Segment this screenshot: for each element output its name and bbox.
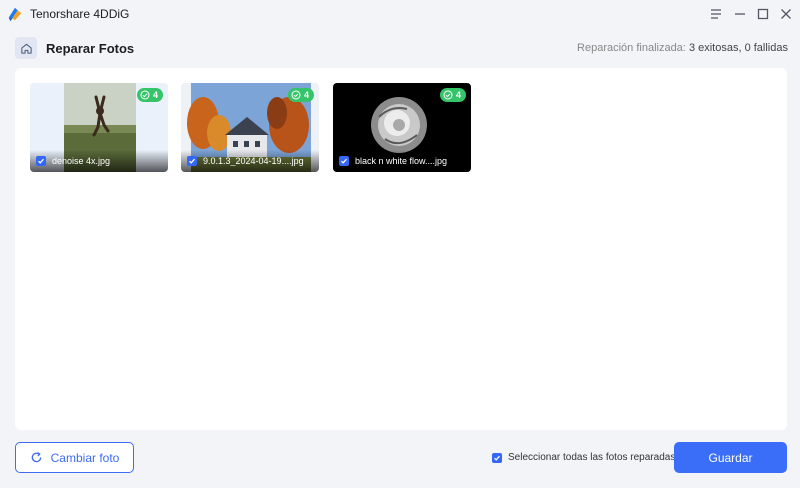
refresh-icon <box>31 452 41 463</box>
change-photo-button[interactable]: Cambiar foto <box>15 442 134 473</box>
save-button[interactable]: Guardar <box>674 442 787 473</box>
menu-button[interactable] <box>706 4 726 24</box>
photo-checkbox[interactable] <box>339 156 349 166</box>
maximize-button[interactable] <box>753 4 773 24</box>
app-logo-icon <box>8 7 22 22</box>
save-label: Guardar <box>708 450 753 465</box>
select-all-checkbox[interactable] <box>492 452 502 463</box>
home-icon <box>20 43 32 54</box>
close-button[interactable] <box>776 4 796 24</box>
repair-count-badge: 4 <box>136 88 163 102</box>
home-button[interactable] <box>15 37 37 59</box>
photo-name: denoise 4x.jpg <box>52 156 111 166</box>
photo-name: 9.0.1.3_2024-04-19....jpg <box>203 156 304 166</box>
repair-status: Reparación finalizada: 3 exitosas, 0 fal… <box>577 42 788 54</box>
repair-count-badge: 4 <box>287 88 314 102</box>
maximize-icon <box>757 8 769 20</box>
check-circle-icon <box>140 90 150 100</box>
app-title: Tenorshare 4DDiG <box>30 7 130 21</box>
photo-checkbox[interactable] <box>187 156 197 166</box>
photo-grid-panel: 4 denoise 4x.jpg 4 9.0.1.3_2024-04-19...… <box>15 68 787 430</box>
checkmark-icon <box>341 158 347 164</box>
photo-card[interactable]: 4 black n white flow....jpg <box>333 83 471 172</box>
page-header: Reparar Fotos Reparación finalizada: 3 e… <box>0 36 800 62</box>
checkmark-icon <box>494 455 500 461</box>
card-footer: denoise 4x.jpg <box>30 150 168 172</box>
badge-count: 4 <box>152 90 158 100</box>
menu-icon <box>711 9 721 19</box>
checkmark-icon <box>38 158 44 164</box>
select-all-option[interactable]: Seleccionar todas las fotos reparadas <box>492 452 675 463</box>
check-circle-icon <box>443 90 453 100</box>
page-title: Reparar Fotos <box>46 41 135 56</box>
check-circle-icon <box>291 90 301 100</box>
photo-card[interactable]: 4 denoise 4x.jpg <box>30 83 168 172</box>
minimize-button[interactable] <box>730 4 750 24</box>
photo-checkbox[interactable] <box>36 156 46 166</box>
checkmark-icon <box>189 158 195 164</box>
select-all-label: Seleccionar todas las fotos reparadas <box>508 452 676 463</box>
photo-card[interactable]: 4 9.0.1.3_2024-04-19....jpg <box>181 83 319 172</box>
title-bar: Tenorshare 4DDiG <box>0 0 800 28</box>
card-footer: black n white flow....jpg <box>333 150 471 172</box>
repair-count-badge: 4 <box>439 88 466 102</box>
badge-count: 4 <box>455 90 461 100</box>
badge-count: 4 <box>303 90 309 100</box>
status-label: Reparación finalizada: <box>577 42 686 54</box>
status-value: 3 exitosas, 0 fallidas <box>688 42 788 54</box>
change-photo-label: Cambiar foto <box>50 450 120 465</box>
card-footer: 9.0.1.3_2024-04-19....jpg <box>181 150 319 172</box>
photo-name: black n white flow....jpg <box>355 156 448 166</box>
minimize-icon <box>735 13 745 15</box>
close-icon <box>781 9 791 19</box>
